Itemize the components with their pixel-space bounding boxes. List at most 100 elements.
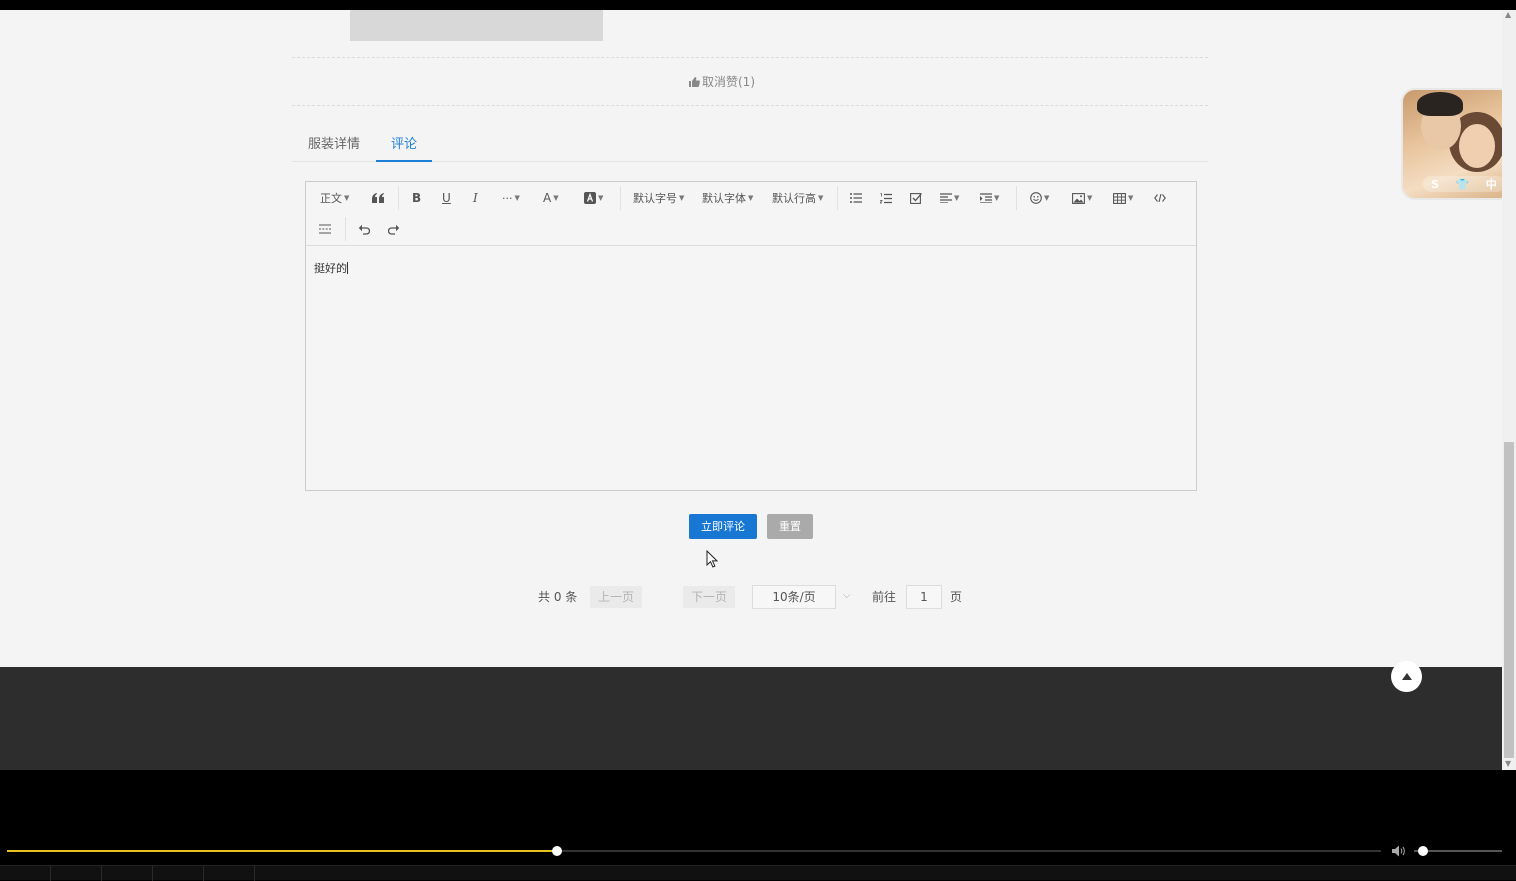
toolbar-separator	[1016, 186, 1017, 210]
volume-icon[interactable]	[1392, 845, 1407, 857]
scroll-down-icon[interactable]: ▼	[1505, 760, 1511, 768]
caret-down-icon: ▼	[1087, 194, 1093, 202]
image-dropdown[interactable]: ▼	[1072, 188, 1092, 208]
line-height-dropdown[interactable]: 默认行高 ▼	[772, 188, 823, 208]
font-family-label: 默认字体	[702, 192, 746, 205]
redo-button[interactable]	[388, 219, 400, 239]
floating-ad-widget[interactable]: S 👕 中	[1401, 88, 1502, 200]
smiley-icon	[1030, 192, 1042, 204]
caret-down-icon: ▼	[994, 194, 1000, 202]
font-color-dropdown[interactable]: A ▼	[543, 188, 559, 208]
italic-icon: I	[473, 191, 478, 205]
submit-comment-button[interactable]: 立即评论	[689, 514, 757, 539]
browser-viewport: 取消赞(1) 服装详情 评论 正文 ▼ B U I ··· ▼ A ▼ ▼ 默认字号 ▼…	[0, 10, 1502, 770]
bulleted-list-icon	[850, 193, 862, 203]
caret-down-icon: ▼	[954, 194, 960, 202]
bold-button[interactable]: B	[412, 188, 421, 208]
volume-knob[interactable]	[1417, 846, 1428, 856]
shirt-icon: 👕	[1455, 177, 1470, 191]
like-button[interactable]: 取消赞(1)	[688, 73, 755, 90]
paragraph-dropdown[interactable]: 正文 ▼	[320, 188, 349, 208]
emoji-dropdown[interactable]: ▼	[1030, 188, 1049, 208]
caret-down-icon: ▼	[1044, 194, 1050, 202]
undo-button[interactable]	[358, 219, 370, 239]
redo-icon	[388, 224, 400, 235]
progress-track[interactable]	[7, 850, 1381, 852]
page-size-select[interactable]: 10条/页	[752, 585, 836, 609]
table-icon	[1113, 192, 1126, 204]
progress-fill	[7, 850, 557, 852]
ad-widget-toolbar: S 👕 中	[1423, 176, 1502, 192]
tab-comments[interactable]: 评论	[376, 134, 432, 162]
strip-divider	[152, 866, 153, 881]
align-dropdown[interactable]: ▼	[940, 188, 959, 208]
editor-content[interactable]: 挺好的	[314, 260, 348, 276]
ad-image-figure	[1459, 124, 1495, 168]
caret-down-icon: ▼	[748, 194, 754, 202]
bulleted-list-button[interactable]	[850, 188, 862, 208]
prev-page-button[interactable]: 上一页	[590, 586, 642, 608]
sogou-logo-icon: S	[1431, 177, 1440, 191]
thumbs-up-icon	[689, 76, 700, 87]
caret-down-icon: ▼	[598, 194, 604, 202]
indent-dropdown[interactable]: ▼	[980, 188, 999, 208]
caret-down-icon: ▼	[1128, 194, 1134, 202]
ime-mode-icon: 中	[1485, 178, 1497, 191]
next-page-button[interactable]: 下一页	[683, 586, 735, 608]
divider-button[interactable]	[319, 219, 331, 239]
ad-image-figure	[1417, 92, 1463, 116]
pagination-total: 共 0 条	[538, 590, 578, 604]
strip-divider	[254, 866, 255, 881]
font-size-label: 默认字号	[633, 192, 677, 205]
quote-icon	[372, 193, 384, 203]
underline-icon: U	[442, 191, 451, 205]
back-to-top-button[interactable]	[1391, 661, 1422, 692]
toolbar-separator	[620, 186, 621, 210]
strip-divider	[101, 866, 102, 881]
checkbox-icon	[910, 193, 922, 204]
comment-editor: 正文 ▼ B U I ··· ▼ A ▼ ▼ 默认字号 ▼ 默认字体 ▼ 默认行高 ▼ ▼ …	[305, 181, 1197, 491]
chevron-down-icon: ⌵	[843, 590, 851, 601]
italic-button[interactable]: I	[473, 188, 478, 208]
video-player-controls	[0, 770, 1516, 881]
strip-divider	[50, 866, 51, 881]
taskbar-strip	[0, 865, 1516, 881]
divider	[292, 105, 1208, 106]
divider	[292, 57, 1208, 58]
font-family-dropdown[interactable]: 默认字体 ▼	[702, 188, 753, 208]
text-cursor	[347, 262, 348, 274]
todo-list-button[interactable]	[910, 188, 922, 208]
paragraph-label: 正文	[320, 192, 342, 205]
image-icon	[1072, 192, 1085, 204]
page-unit-label: 页	[950, 590, 963, 604]
quote-button[interactable]	[372, 188, 384, 208]
bold-icon: B	[412, 191, 422, 205]
font-color-icon: A	[543, 191, 552, 205]
arrow-up-icon	[1401, 673, 1412, 680]
page-scrollbar[interactable]: ▲ ▼	[1502, 10, 1516, 770]
horizontal-rule-icon	[319, 224, 331, 234]
numbered-list-icon	[880, 192, 892, 203]
goto-page-input[interactable]: 1	[906, 585, 942, 609]
more-styles-dropdown[interactable]: ··· ▼	[502, 188, 520, 208]
background-color-dropdown[interactable]: ▼	[584, 188, 603, 208]
indent-icon	[980, 193, 992, 203]
table-dropdown[interactable]: ▼	[1113, 188, 1133, 208]
tab-product-details[interactable]: 服装详情	[308, 134, 360, 162]
toolbar-separator	[345, 217, 346, 241]
toolbar-separator	[837, 186, 838, 210]
font-size-dropdown[interactable]: 默认字号 ▼	[633, 188, 684, 208]
code-view-button[interactable]	[1154, 188, 1166, 208]
product-image	[350, 10, 603, 41]
page-footer	[0, 667, 1502, 770]
like-label: 取消赞(1)	[702, 75, 755, 89]
progress-knob[interactable]	[551, 846, 562, 856]
underline-button[interactable]: U	[442, 188, 451, 208]
editor-text: 挺好的	[314, 262, 347, 275]
caret-down-icon: ▼	[818, 194, 824, 202]
strip-divider	[203, 866, 204, 881]
reset-button[interactable]: 重置	[767, 514, 813, 539]
numbered-list-button[interactable]	[880, 188, 892, 208]
scroll-up-icon[interactable]: ▲	[1505, 11, 1511, 19]
scrollbar-thumb[interactable]	[1504, 442, 1514, 758]
